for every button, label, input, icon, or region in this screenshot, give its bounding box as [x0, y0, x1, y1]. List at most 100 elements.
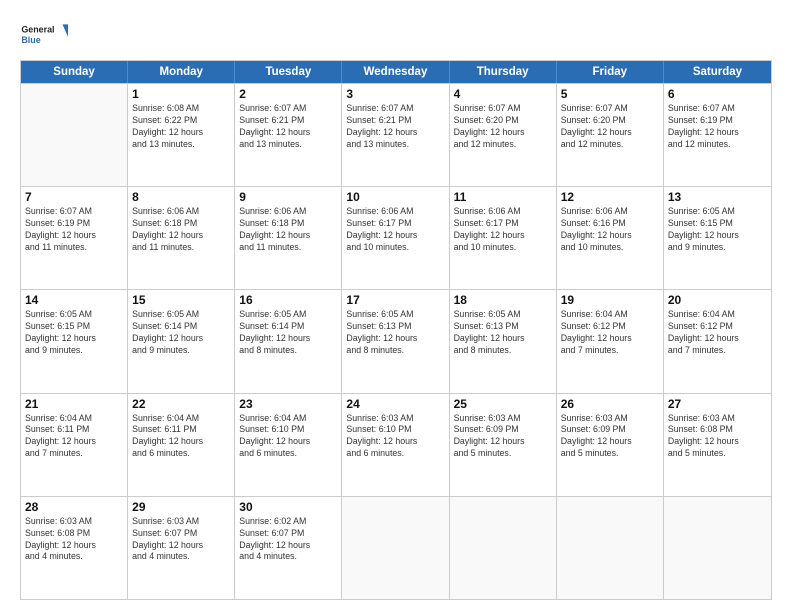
empty-cell	[342, 497, 449, 599]
day-number: 4	[454, 87, 552, 101]
day-info: Sunrise: 6:03 AMSunset: 6:08 PMDaylight:…	[668, 413, 767, 461]
day-number: 29	[132, 500, 230, 514]
day-info: Sunrise: 6:06 AMSunset: 6:18 PMDaylight:…	[132, 206, 230, 254]
day-cell-16: 16Sunrise: 6:05 AMSunset: 6:14 PMDayligh…	[235, 290, 342, 392]
day-number: 18	[454, 293, 552, 307]
day-cell-4: 4 Sunrise: 6:07 AMSunset: 6:20 PMDaylight…	[450, 84, 557, 186]
day-number: 3	[346, 87, 444, 101]
day-info: Sunrise: 6:07 AMSunset: 6:19 PMDaylight:…	[25, 206, 123, 254]
svg-text:Blue: Blue	[21, 35, 40, 45]
day-number: 8	[132, 190, 230, 204]
empty-cell	[664, 497, 771, 599]
empty-cell	[450, 497, 557, 599]
day-number: 14	[25, 293, 123, 307]
week-row-5: 28 Sunrise: 6:03 AMSunset: 6:08 PMDayligh…	[21, 496, 771, 599]
day-info: Sunrise: 6:06 AMSunset: 6:17 PMDaylight:…	[454, 206, 552, 254]
day-info: Sunrise: 6:03 AMSunset: 6:09 PMDaylight:…	[454, 413, 552, 461]
day-number: 11	[454, 190, 552, 204]
header-day-tuesday: Tuesday	[235, 61, 342, 83]
day-cell-25: 25 Sunrise: 6:03 AMSunset: 6:09 PMDayligh…	[450, 394, 557, 496]
day-cell-11: 11 Sunrise: 6:06 AMSunset: 6:17 PMDayligh…	[450, 187, 557, 289]
week-row-2: 7 Sunrise: 6:07 AMSunset: 6:19 PMDaylight…	[21, 186, 771, 289]
day-info: Sunrise: 6:04 AMSunset: 6:11 PMDaylight:…	[25, 413, 123, 461]
day-number: 25	[454, 397, 552, 411]
day-cell-21: 21Sunrise: 6:04 AMSunset: 6:11 PMDayligh…	[21, 394, 128, 496]
calendar-header: SundayMondayTuesdayWednesdayThursdayFrid…	[21, 61, 771, 83]
header-day-wednesday: Wednesday	[342, 61, 449, 83]
day-info: Sunrise: 6:06 AMSunset: 6:17 PMDaylight:…	[346, 206, 444, 254]
day-number: 28	[25, 500, 123, 514]
day-info: Sunrise: 6:04 AMSunset: 6:12 PMDaylight:…	[668, 309, 767, 357]
day-number: 1	[132, 87, 230, 101]
day-number: 12	[561, 190, 659, 204]
header-day-saturday: Saturday	[664, 61, 771, 83]
logo-svg: General Blue	[20, 16, 68, 52]
day-number: 13	[668, 190, 767, 204]
day-cell-23: 23 Sunrise: 6:04 AMSunset: 6:10 PMDayligh…	[235, 394, 342, 496]
day-number: 20	[668, 293, 767, 307]
day-cell-6: 6 Sunrise: 6:07 AMSunset: 6:19 PMDaylight…	[664, 84, 771, 186]
day-number: 26	[561, 397, 659, 411]
day-cell-30: 30 Sunrise: 6:02 AMSunset: 6:07 PMDayligh…	[235, 497, 342, 599]
day-cell-12: 12 Sunrise: 6:06 AMSunset: 6:16 PMDayligh…	[557, 187, 664, 289]
day-info: Sunrise: 6:03 AMSunset: 6:08 PMDaylight:…	[25, 516, 123, 564]
day-number: 22	[132, 397, 230, 411]
day-info: Sunrise: 6:03 AMSunset: 6:10 PMDaylight:…	[346, 413, 444, 461]
day-number: 23	[239, 397, 337, 411]
svg-text:General: General	[21, 25, 54, 35]
day-cell-15: 15 Sunrise: 6:05 AMSunset: 6:14 PMDayligh…	[128, 290, 235, 392]
day-cell-26: 26 Sunrise: 6:03 AMSunset: 6:09 PMDayligh…	[557, 394, 664, 496]
day-info: Sunrise: 6:07 AMSunset: 6:20 PMDaylight:…	[561, 103, 659, 151]
day-info: Sunrise: 6:05 AMSunset: 6:15 PMDaylight:…	[25, 309, 123, 357]
calendar: SundayMondayTuesdayWednesdayThursdayFrid…	[20, 60, 772, 600]
calendar-body: 1 Sunrise: 6:08 AMSunset: 6:22 PMDaylight…	[21, 83, 771, 599]
day-cell-1: 1 Sunrise: 6:08 AMSunset: 6:22 PMDaylight…	[128, 84, 235, 186]
day-info: Sunrise: 6:03 AMSunset: 6:07 PMDaylight:…	[132, 516, 230, 564]
empty-cell	[557, 497, 664, 599]
day-cell-8: 8 Sunrise: 6:06 AMSunset: 6:18 PMDaylight…	[128, 187, 235, 289]
day-number: 5	[561, 87, 659, 101]
day-cell-14: 14 Sunrise: 6:05 AMSunset: 6:15 PMDayligh…	[21, 290, 128, 392]
day-info: Sunrise: 6:07 AMSunset: 6:19 PMDaylight:…	[668, 103, 767, 151]
day-info: Sunrise: 6:05 AMSunset: 6:14 PMDaylight:…	[132, 309, 230, 357]
day-cell-18: 18 Sunrise: 6:05 AMSunset: 6:13 PMDayligh…	[450, 290, 557, 392]
day-number: 6	[668, 87, 767, 101]
day-info: Sunrise: 6:05 AMSunset: 6:13 PMDaylight:…	[454, 309, 552, 357]
day-cell-7: 7 Sunrise: 6:07 AMSunset: 6:19 PMDaylight…	[21, 187, 128, 289]
day-info: Sunrise: 6:05 AMSunset: 6:15 PMDaylight:…	[668, 206, 767, 254]
day-info: Sunrise: 6:05 AMSunset: 6:13 PMDaylight:…	[346, 309, 444, 357]
day-info: Sunrise: 6:07 AMSunset: 6:20 PMDaylight:…	[454, 103, 552, 151]
day-number: 7	[25, 190, 123, 204]
header-day-sunday: Sunday	[21, 61, 128, 83]
header-day-monday: Monday	[128, 61, 235, 83]
day-number: 27	[668, 397, 767, 411]
header-day-thursday: Thursday	[450, 61, 557, 83]
day-info: Sunrise: 6:02 AMSunset: 6:07 PMDaylight:…	[239, 516, 337, 564]
day-number: 30	[239, 500, 337, 514]
day-info: Sunrise: 6:06 AMSunset: 6:16 PMDaylight:…	[561, 206, 659, 254]
day-cell-17: 17Sunrise: 6:05 AMSunset: 6:13 PMDayligh…	[342, 290, 449, 392]
day-cell-2: 2Sunrise: 6:07 AMSunset: 6:21 PMDaylight…	[235, 84, 342, 186]
day-number: 9	[239, 190, 337, 204]
day-cell-9: 9 Sunrise: 6:06 AMSunset: 6:18 PMDaylight…	[235, 187, 342, 289]
day-number: 19	[561, 293, 659, 307]
day-cell-29: 29 Sunrise: 6:03 AMSunset: 6:07 PMDayligh…	[128, 497, 235, 599]
day-number: 2	[239, 87, 337, 101]
week-row-1: 1 Sunrise: 6:08 AMSunset: 6:22 PMDaylight…	[21, 83, 771, 186]
day-cell-3: 3 Sunrise: 6:07 AMSunset: 6:21 PMDaylight…	[342, 84, 449, 186]
day-cell-24: 24 Sunrise: 6:03 AMSunset: 6:10 PMDayligh…	[342, 394, 449, 496]
day-cell-19: 19Sunrise: 6:04 AMSunset: 6:12 PMDayligh…	[557, 290, 664, 392]
day-info: Sunrise: 6:06 AMSunset: 6:18 PMDaylight:…	[239, 206, 337, 254]
day-info: Sunrise: 6:03 AMSunset: 6:09 PMDaylight:…	[561, 413, 659, 461]
day-number: 10	[346, 190, 444, 204]
day-cell-10: 10 Sunrise: 6:06 AMSunset: 6:17 PMDayligh…	[342, 187, 449, 289]
day-info: Sunrise: 6:08 AMSunset: 6:22 PMDaylight:…	[132, 103, 230, 151]
day-cell-27: 27 Sunrise: 6:03 AMSunset: 6:08 PMDayligh…	[664, 394, 771, 496]
empty-cell	[21, 84, 128, 186]
day-cell-28: 28 Sunrise: 6:03 AMSunset: 6:08 PMDayligh…	[21, 497, 128, 599]
day-cell-20: 20 Sunrise: 6:04 AMSunset: 6:12 PMDayligh…	[664, 290, 771, 392]
day-number: 24	[346, 397, 444, 411]
day-info: Sunrise: 6:04 AMSunset: 6:10 PMDaylight:…	[239, 413, 337, 461]
day-info: Sunrise: 6:07 AMSunset: 6:21 PMDaylight:…	[346, 103, 444, 151]
day-number: 15	[132, 293, 230, 307]
